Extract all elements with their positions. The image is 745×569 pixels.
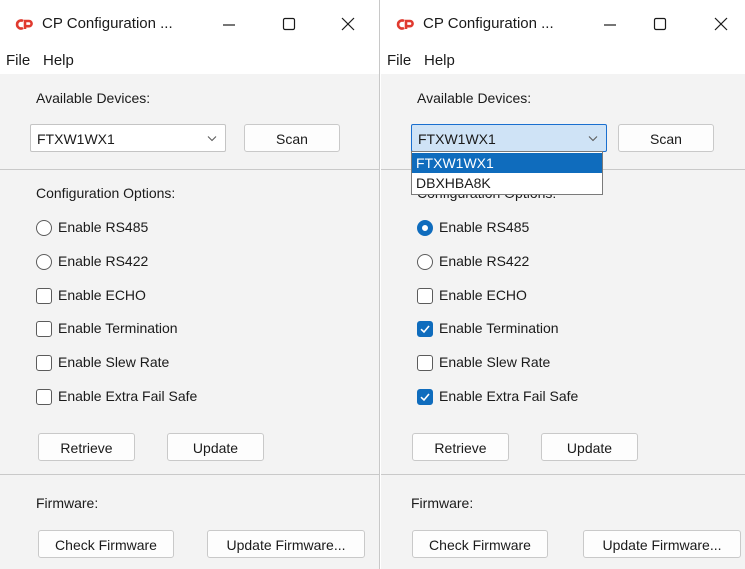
device-combobox-value: FTXW1WX1 [37, 131, 115, 147]
config-window-left: CP Configuration ... File Help Available… [0, 0, 380, 569]
scan-button[interactable]: Scan [244, 124, 340, 152]
maximize-icon[interactable] [275, 10, 303, 38]
window-title: CP Configuration ... [42, 15, 173, 32]
update-firmware-button[interactable]: Update Firmware... [207, 530, 365, 558]
maximize-icon[interactable] [646, 10, 674, 38]
cp-logo-icon [15, 19, 33, 30]
echo-checkbox[interactable] [36, 288, 52, 304]
available-devices-label: Available Devices: [417, 90, 532, 106]
option-label: Enable Slew Rate [439, 354, 551, 370]
rs422-radio[interactable] [36, 254, 52, 270]
rs422-radio[interactable] [417, 254, 433, 270]
option-label: Enable RS485 [439, 219, 530, 235]
device-dropdown-list: FTXW1WX1 DBXHBA8K [411, 151, 603, 195]
configuration-options-label: Configuration Options: [36, 185, 176, 201]
firmware-label: Firmware: [36, 495, 99, 511]
check-firmware-button[interactable]: Check Firmware [412, 530, 548, 558]
window-body: Available Devices: FTXW1WX1 Scan Configu… [0, 74, 379, 569]
option-label: Enable ECHO [58, 287, 146, 303]
option-label: Enable Termination [58, 320, 178, 336]
option-label: Enable Slew Rate [58, 354, 170, 370]
extra-fail-safe-checkbox[interactable] [417, 389, 433, 405]
device-combobox-value: FTXW1WX1 [418, 131, 496, 147]
device-combobox[interactable]: FTXW1WX1 [30, 124, 226, 152]
menu-file[interactable]: File [6, 52, 30, 69]
section-divider [0, 169, 379, 170]
checkmark-icon [420, 393, 430, 402]
checkmark-icon [420, 325, 430, 334]
cp-logo-icon [396, 19, 414, 30]
menu-bar: File Help [0, 46, 379, 74]
section-divider [381, 474, 745, 475]
config-window-right: CP Configuration ... File Help Available… [381, 0, 745, 569]
menu-file[interactable]: File [387, 52, 411, 69]
menu-help[interactable]: Help [424, 52, 455, 69]
option-label: Enable RS422 [439, 253, 530, 269]
option-label: Enable Extra Fail Safe [439, 388, 579, 404]
menu-help[interactable]: Help [43, 52, 74, 69]
echo-checkbox[interactable] [417, 288, 433, 304]
option-label: Enable RS422 [58, 253, 149, 269]
extra-fail-safe-checkbox[interactable] [36, 389, 52, 405]
chevron-down-icon [588, 136, 598, 142]
scan-button[interactable]: Scan [618, 124, 714, 152]
retrieve-button[interactable]: Retrieve [412, 433, 509, 461]
slew-rate-checkbox[interactable] [36, 355, 52, 371]
retrieve-button[interactable]: Retrieve [38, 433, 135, 461]
slew-rate-checkbox[interactable] [417, 355, 433, 371]
update-button[interactable]: Update [167, 433, 264, 461]
menu-bar: File Help [381, 46, 745, 74]
minimize-icon[interactable] [596, 10, 624, 38]
title-bar[interactable]: CP Configuration ... [0, 0, 379, 46]
close-icon[interactable] [707, 10, 735, 38]
window-title: CP Configuration ... [423, 15, 554, 32]
firmware-label: Firmware: [411, 495, 474, 511]
chevron-down-icon [207, 136, 217, 142]
section-divider [0, 474, 379, 475]
rs485-radio[interactable] [36, 220, 52, 236]
device-combobox[interactable]: FTXW1WX1 [411, 124, 607, 152]
available-devices-label: Available Devices: [36, 90, 151, 106]
option-label: Enable ECHO [439, 287, 527, 303]
close-icon[interactable] [334, 10, 362, 38]
option-label: Enable RS485 [58, 219, 149, 235]
rs485-radio[interactable] [417, 220, 433, 236]
title-bar[interactable]: CP Configuration ... [381, 0, 745, 46]
update-button[interactable]: Update [541, 433, 638, 461]
option-label: Enable Termination [439, 320, 559, 336]
termination-checkbox[interactable] [417, 321, 433, 337]
dropdown-option-ftxw1wx1[interactable]: FTXW1WX1 [412, 153, 602, 173]
update-firmware-button[interactable]: Update Firmware... [583, 530, 741, 558]
option-label: Enable Extra Fail Safe [58, 388, 198, 404]
check-firmware-button[interactable]: Check Firmware [38, 530, 174, 558]
minimize-icon[interactable] [215, 10, 243, 38]
dropdown-option-dbxhba8k[interactable]: DBXHBA8K [412, 173, 602, 193]
termination-checkbox[interactable] [36, 321, 52, 337]
window-body: Available Devices: FTXW1WX1 FTXW1WX1 DBX… [381, 74, 745, 569]
